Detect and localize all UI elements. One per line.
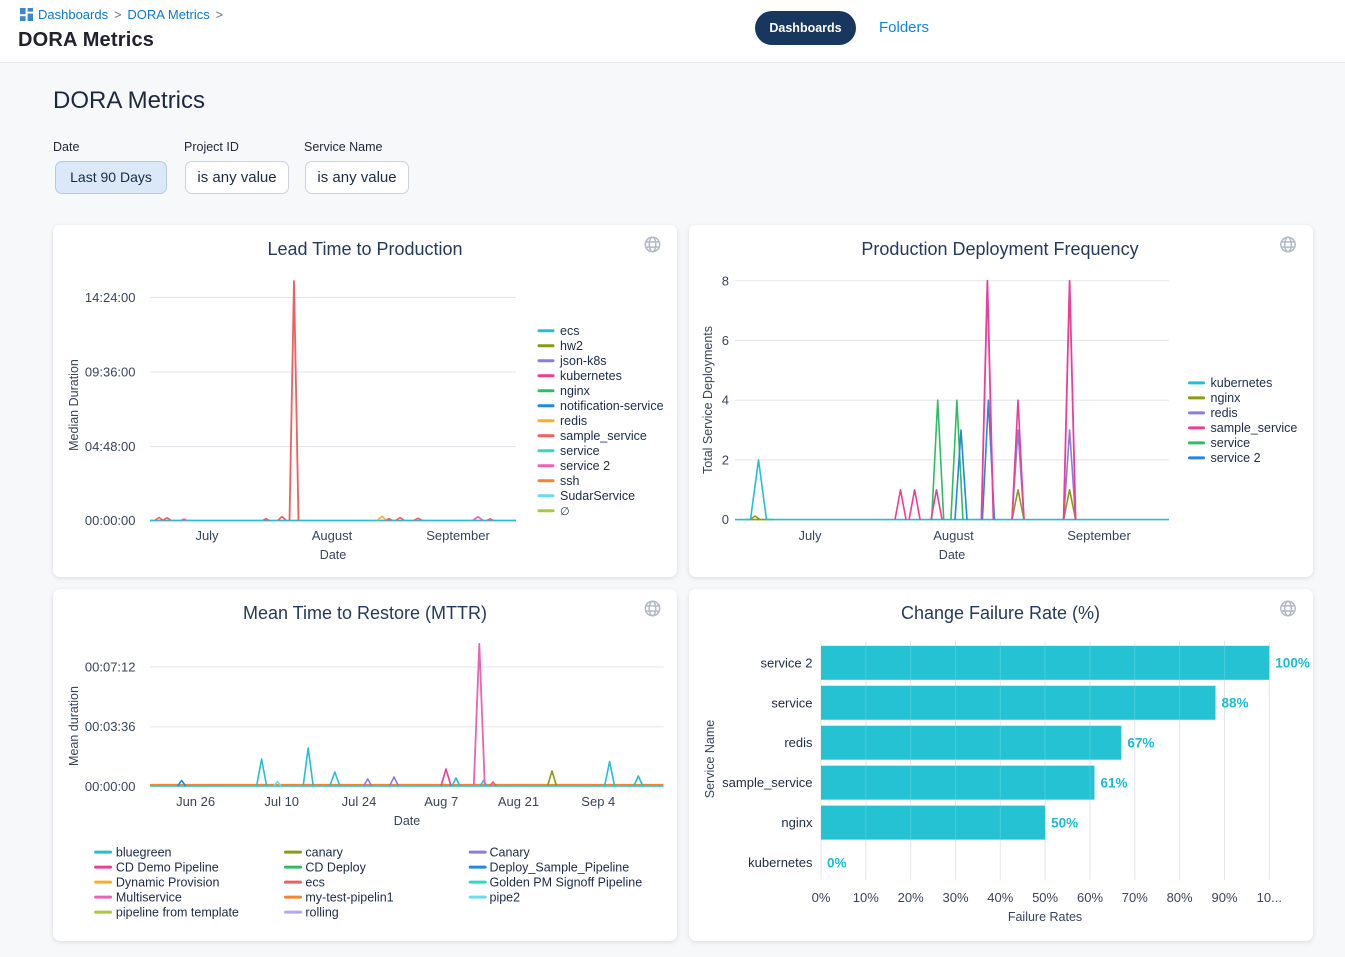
svg-text:40%: 40% xyxy=(987,890,1013,905)
svg-text:service 2: service 2 xyxy=(560,459,610,473)
svg-text:0%: 0% xyxy=(812,890,831,905)
svg-text:60%: 60% xyxy=(1077,890,1103,905)
svg-text:CD Demo Pipeline: CD Demo Pipeline xyxy=(116,860,219,874)
svg-text:Aug 7: Aug 7 xyxy=(424,794,458,809)
svg-text:00:07:12: 00:07:12 xyxy=(85,660,136,675)
svg-text:Service Name: Service Name xyxy=(703,720,717,799)
svg-text:August: August xyxy=(312,528,353,543)
svg-text:04:48:00: 04:48:00 xyxy=(85,439,136,454)
svg-text:SudarService: SudarService xyxy=(560,489,635,503)
svg-text:notification-service: notification-service xyxy=(560,399,664,413)
svg-text:pipe2: pipe2 xyxy=(490,890,521,904)
svg-text:Date: Date xyxy=(939,548,965,562)
svg-text:Sep 4: Sep 4 xyxy=(581,794,615,809)
svg-text:0: 0 xyxy=(722,512,729,527)
svg-text:Date: Date xyxy=(320,548,346,562)
svg-text:10%: 10% xyxy=(853,890,879,905)
svg-text:kubernetes: kubernetes xyxy=(748,855,813,870)
svg-text:70%: 70% xyxy=(1122,890,1148,905)
svg-text:30%: 30% xyxy=(942,890,968,905)
svg-text:August: August xyxy=(933,528,974,543)
svg-text:Production Deployment Frequenc: Production Deployment Frequency xyxy=(861,239,1138,259)
svg-text:90%: 90% xyxy=(1211,890,1237,905)
svg-text:CD Deploy: CD Deploy xyxy=(305,860,366,874)
svg-text:00:00:00: 00:00:00 xyxy=(85,779,136,794)
svg-text:Jul 10: Jul 10 xyxy=(264,794,299,809)
svg-text:json-k8s: json-k8s xyxy=(559,354,607,368)
svg-text:Total Service Deployments: Total Service Deployments xyxy=(701,326,715,474)
svg-text:Change Failure Rate (%): Change Failure Rate (%) xyxy=(901,603,1100,623)
svg-text:Deploy_Sample_Pipeline: Deploy_Sample_Pipeline xyxy=(490,860,630,874)
svg-text:pipeline from template: pipeline from template xyxy=(116,905,239,919)
svg-text:kubernetes: kubernetes xyxy=(1211,376,1273,390)
svg-text:ssh: ssh xyxy=(560,474,580,488)
svg-text:service: service xyxy=(1211,436,1251,450)
svg-text:∅: ∅ xyxy=(560,506,570,518)
svg-text:6: 6 xyxy=(722,333,729,348)
svg-text:80%: 80% xyxy=(1167,890,1193,905)
svg-text:Mean duration: Mean duration xyxy=(67,686,81,766)
svg-text:sample_service: sample_service xyxy=(1211,421,1298,435)
svg-text:Aug 21: Aug 21 xyxy=(498,794,539,809)
svg-text:nginx: nginx xyxy=(1211,391,1242,405)
svg-text:service 2: service 2 xyxy=(760,655,812,670)
svg-text:0%: 0% xyxy=(827,855,847,870)
svg-text:ecs: ecs xyxy=(560,324,579,338)
svg-text:Canary: Canary xyxy=(490,845,531,859)
svg-text:September: September xyxy=(426,528,490,543)
svg-text:50%: 50% xyxy=(1032,890,1058,905)
svg-text:Lead Time to Production: Lead Time to Production xyxy=(267,239,462,259)
svg-text:50%: 50% xyxy=(1051,815,1078,830)
svg-text:Golden PM Signoff Pipeline: Golden PM Signoff Pipeline xyxy=(490,875,643,889)
svg-text:kubernetes: kubernetes xyxy=(560,369,622,383)
svg-text:20%: 20% xyxy=(898,890,924,905)
svg-text:Failure Rates: Failure Rates xyxy=(1008,910,1082,924)
svg-text:8: 8 xyxy=(722,273,729,288)
svg-text:redis: redis xyxy=(1211,406,1238,420)
svg-text:14:24:00: 14:24:00 xyxy=(85,290,136,305)
svg-text:2: 2 xyxy=(722,452,729,467)
svg-text:61%: 61% xyxy=(1101,775,1128,790)
svg-text:00:00:00: 00:00:00 xyxy=(85,513,136,528)
svg-text:Mean Time to Restore (MTTR): Mean Time to Restore (MTTR) xyxy=(243,603,487,623)
svg-text:Jul 24: Jul 24 xyxy=(342,794,377,809)
svg-text:rolling: rolling xyxy=(305,905,338,919)
svg-text:Jun 26: Jun 26 xyxy=(176,794,215,809)
svg-text:service 2: service 2 xyxy=(1211,451,1261,465)
svg-text:Dynamic Provision: Dynamic Provision xyxy=(116,875,220,889)
svg-text:100%: 100% xyxy=(1275,656,1310,671)
svg-text:ecs: ecs xyxy=(305,875,324,889)
svg-text:canary: canary xyxy=(305,845,343,859)
svg-text:hw2: hw2 xyxy=(560,339,583,353)
svg-text:July: July xyxy=(195,528,219,543)
svg-text:00:03:36: 00:03:36 xyxy=(85,719,136,734)
svg-text:my-test-pipelin1: my-test-pipelin1 xyxy=(305,890,393,904)
svg-text:Date: Date xyxy=(394,814,420,828)
svg-text:Median Duration: Median Duration xyxy=(67,359,81,451)
svg-text:September: September xyxy=(1067,528,1131,543)
svg-text:88%: 88% xyxy=(1222,696,1249,711)
svg-text:July: July xyxy=(798,528,822,543)
svg-text:service: service xyxy=(560,444,600,458)
svg-text:Multiservice: Multiservice xyxy=(116,890,182,904)
svg-text:4: 4 xyxy=(722,393,729,408)
svg-text:10...: 10... xyxy=(1257,890,1282,905)
svg-text:nginx: nginx xyxy=(781,815,813,830)
svg-text:redis: redis xyxy=(560,414,587,428)
svg-text:bluegreen: bluegreen xyxy=(116,845,172,859)
svg-text:09:36:00: 09:36:00 xyxy=(85,365,136,380)
svg-text:nginx: nginx xyxy=(560,384,591,398)
svg-text:sample_service: sample_service xyxy=(722,775,812,790)
svg-text:67%: 67% xyxy=(1127,736,1154,751)
svg-text:redis: redis xyxy=(784,735,813,750)
svg-text:service: service xyxy=(771,695,812,710)
svg-text:sample_service: sample_service xyxy=(560,429,647,443)
